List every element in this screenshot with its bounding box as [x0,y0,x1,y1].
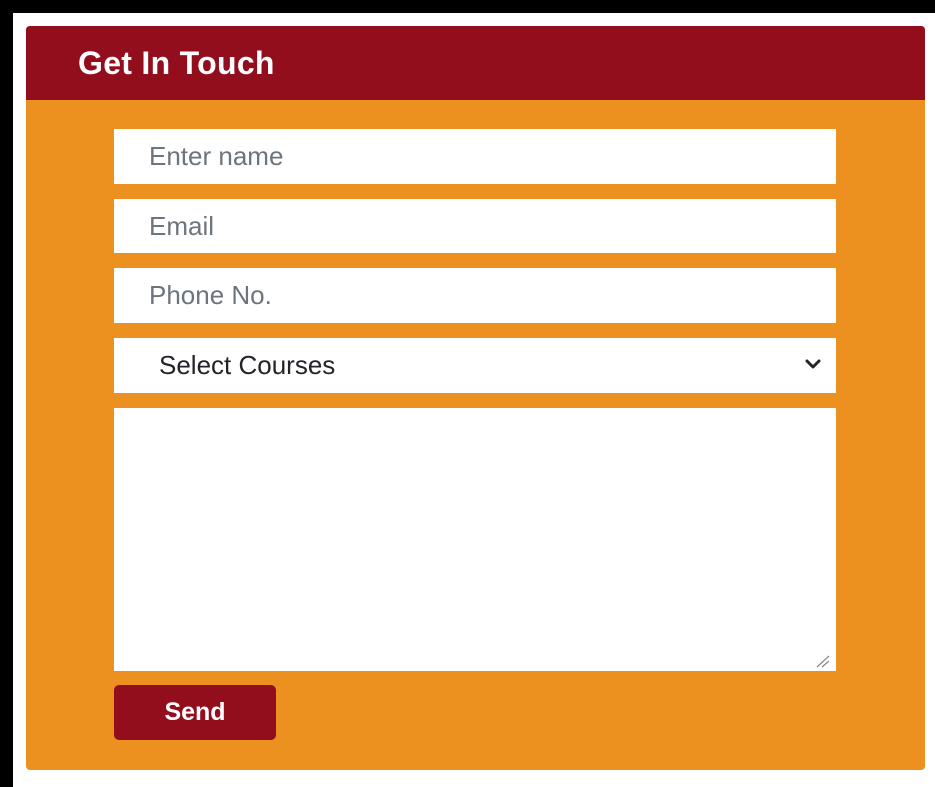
send-button[interactable]: Send [114,685,276,740]
course-select[interactable]: Select Courses [114,338,836,393]
card-title: Get In Touch [78,45,275,81]
contact-card: Get In Touch Select Courses Send [26,26,925,770]
message-textarea[interactable] [114,408,836,671]
card-header: Get In Touch [26,26,925,100]
chevron-down-icon [805,359,821,369]
resize-handle-icon[interactable] [814,654,830,668]
course-select-value: Select Courses [159,350,336,380]
phone-input[interactable] [114,268,836,323]
email-input[interactable] [114,199,836,253]
name-input[interactable] [114,129,836,184]
